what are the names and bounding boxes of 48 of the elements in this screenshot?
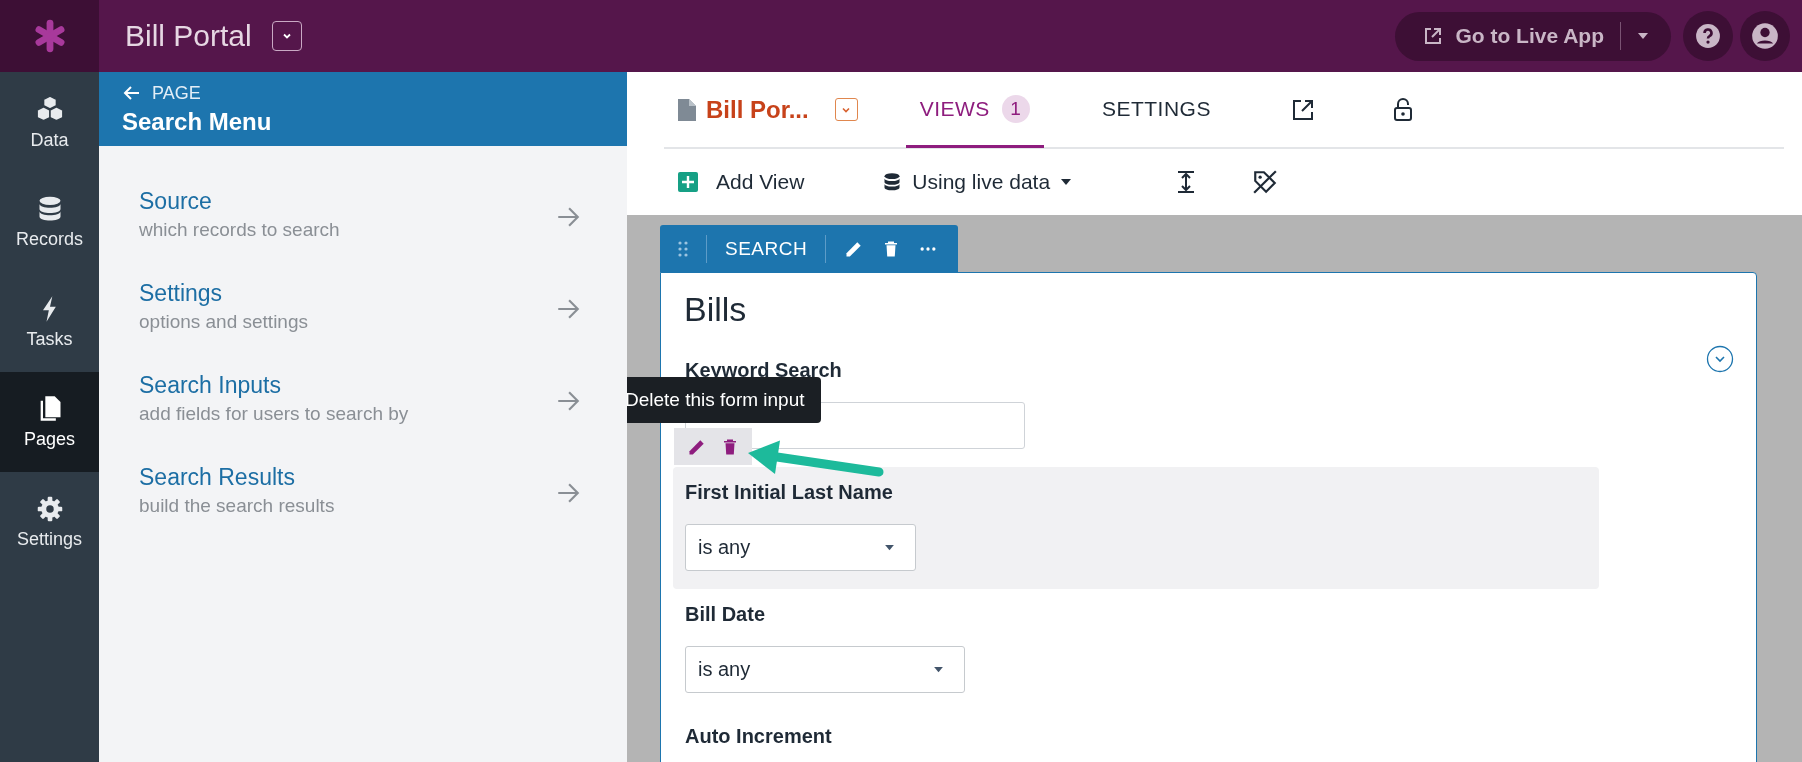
page-name: Bill Por... bbox=[706, 95, 809, 124]
field-label: Auto Increment bbox=[685, 724, 832, 748]
nav-rail-item[interactable]: Pages bbox=[0, 372, 99, 472]
plus-icon bbox=[678, 172, 698, 192]
document-icon bbox=[678, 98, 696, 121]
page-menu-button[interactable] bbox=[834, 98, 858, 121]
back-link[interactable]: PAGE bbox=[122, 82, 201, 104]
caret-icon bbox=[884, 544, 895, 551]
tab[interactable]: SETTINGS bbox=[1087, 73, 1225, 148]
view-title: Bills bbox=[684, 289, 748, 330]
field-label: First Initial Last Name bbox=[685, 480, 893, 504]
nav-rail-item[interactable]: Data bbox=[0, 72, 99, 172]
unlocked-lock-icon[interactable] bbox=[1392, 97, 1413, 122]
account-button[interactable] bbox=[1740, 11, 1790, 61]
menu-item[interactable]: Search Inputs add fields for users to search by bbox=[139, 372, 627, 464]
external-link-icon[interactable] bbox=[1290, 97, 1315, 122]
tag-off-icon[interactable] bbox=[1252, 169, 1279, 195]
filter-select[interactable]: is any bbox=[685, 524, 916, 571]
nav-rail-item[interactable]: Records bbox=[0, 172, 99, 272]
app-menu-button[interactable] bbox=[271, 21, 302, 51]
view-type-label: SEARCH bbox=[725, 237, 808, 260]
external-link-icon bbox=[1423, 26, 1444, 46]
caret-icon[interactable] bbox=[1637, 32, 1649, 40]
user-icon bbox=[1751, 22, 1779, 50]
database-icon bbox=[882, 172, 903, 192]
menu-item[interactable]: Search Results build the search results bbox=[139, 464, 627, 556]
nav-rail-item[interactable]: Settings bbox=[0, 472, 99, 572]
collapse-icon[interactable] bbox=[1706, 345, 1734, 373]
go-to-live-app-button[interactable]: Go to Live App bbox=[1423, 24, 1604, 48]
tooltip: Delete this form input bbox=[627, 377, 821, 423]
tab[interactable]: VIEWS 1 bbox=[905, 73, 1044, 148]
menu-item[interactable]: Settings options and settings bbox=[139, 280, 627, 372]
field-label: Bill Date bbox=[685, 602, 766, 626]
count-badge: 1 bbox=[1001, 95, 1030, 123]
add-view-button[interactable]: Add View bbox=[678, 170, 805, 194]
asterisk-logo-icon bbox=[32, 19, 67, 53]
help-button[interactable] bbox=[1683, 11, 1733, 61]
drag-handle-icon[interactable] bbox=[678, 240, 688, 257]
help-icon bbox=[1695, 23, 1721, 49]
caret-icon bbox=[1060, 178, 1073, 186]
nav-rail-item[interactable]: Tasks bbox=[0, 272, 99, 372]
data-mode-dropdown[interactable]: Using live data bbox=[882, 170, 1073, 194]
app-title: Bill Portal bbox=[125, 19, 252, 53]
filter-select[interactable]: is any bbox=[685, 646, 965, 693]
caret-icon bbox=[933, 666, 944, 673]
gear-icon bbox=[35, 494, 64, 523]
menu-item[interactable]: Source which records to search bbox=[139, 188, 627, 280]
panel-title: Search Menu bbox=[122, 107, 273, 136]
